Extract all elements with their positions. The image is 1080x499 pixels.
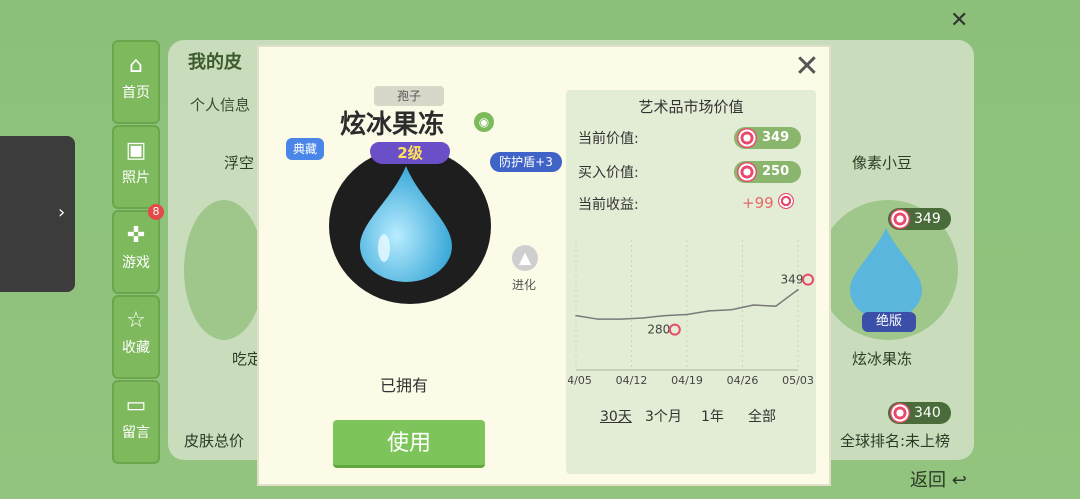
data-label: 349 — [781, 273, 804, 287]
candy-icon — [890, 403, 910, 423]
data-point — [752, 304, 755, 306]
sidebar-item-game[interactable]: 8 ✜ 游戏 — [112, 204, 164, 294]
message-icon: ▭ — [125, 393, 147, 418]
sidebar-item-photo[interactable]: ▣ 照片 — [112, 125, 160, 209]
skin-slot[interactable] — [184, 200, 264, 340]
back-button[interactable]: 返回 ↩ — [910, 466, 967, 492]
data-point — [708, 310, 710, 312]
current-value-pill: 349 — [734, 127, 802, 149]
sidebar-item-label: 游戏 — [122, 255, 150, 271]
x-tick-label: 04/26 — [727, 374, 759, 387]
period-all[interactable]: 全部 — [748, 406, 776, 426]
close-modal-button[interactable]: ✕ — [792, 52, 822, 82]
data-point — [575, 314, 577, 317]
data-point — [664, 314, 666, 317]
price-chart: 04/05 04/12 04/19 04/26 05/03 280 349 — [568, 240, 814, 387]
buy-value-label: 买入价值: — [578, 165, 639, 181]
evolve-label: 进化 — [512, 278, 537, 292]
close-icon[interactable]: ✕ — [950, 8, 968, 33]
limited-badge: 绝版 — [862, 312, 916, 332]
data-point — [641, 317, 644, 319]
data-point — [597, 318, 599, 320]
period-30-days[interactable]: 30天 — [600, 406, 632, 426]
level-badge: 2级 — [370, 142, 450, 164]
sidebar-item-message[interactable]: ▭ 留言 — [112, 380, 160, 464]
x-tick-label: 04/19 — [671, 374, 703, 387]
x-tick-label: 04/05 — [568, 374, 592, 387]
candy-icon — [778, 193, 794, 209]
sidebar-item-label: 照片 — [122, 170, 150, 186]
sidebar-item-label: 收藏 — [122, 340, 150, 356]
water-drop-icon — [356, 160, 456, 284]
use-button[interactable]: 使用 — [333, 420, 485, 468]
period-3-months[interactable]: 3个月 — [645, 406, 682, 426]
skin-label: 浮空 — [224, 154, 255, 172]
profit-label: 当前收益: — [578, 197, 639, 213]
skin-label: 炫冰果冻 — [852, 350, 913, 368]
sidebar-item-label: 留言 — [122, 425, 150, 441]
evolve-arrow-icon[interactable]: ▲ — [512, 245, 538, 271]
data-point — [730, 308, 733, 311]
candy-icon — [668, 323, 681, 336]
data-label: 280 — [647, 323, 670, 337]
total-value-label: 皮肤总价 — [184, 432, 245, 450]
skin-label: 像素小豆 — [852, 154, 913, 172]
buy-value-pill: 250 — [734, 161, 802, 183]
owned-status: 已拥有 — [380, 376, 429, 395]
photo-icon: ▣ — [125, 138, 147, 163]
current-value-label: 当前价值: — [578, 131, 639, 147]
sidebar-item-collection[interactable]: ☆ 收藏 — [112, 295, 160, 379]
period-1-year[interactable]: 1年 — [701, 406, 724, 426]
candy-icon — [802, 273, 814, 286]
sidebar-item-home[interactable]: ⌂ 首页 — [112, 40, 160, 124]
home-icon: ⌂ — [129, 53, 143, 78]
star-icon: ☆ — [126, 308, 146, 333]
eye-icon[interactable]: ◉ — [474, 112, 494, 132]
panel-subtitle: 个人信息 — [190, 96, 251, 114]
price-pill: 340 — [888, 402, 951, 424]
category-tag: 孢子 — [374, 86, 444, 106]
candy-icon — [737, 162, 757, 182]
data-point — [797, 288, 799, 291]
data-point — [619, 318, 622, 320]
classic-badge: 典藏 — [286, 138, 324, 160]
chevron-right-icon: › — [58, 202, 66, 223]
skin-name: 炫冰果冻 — [340, 110, 445, 140]
x-tick-label: 04/12 — [616, 374, 648, 387]
candy-icon — [737, 128, 757, 148]
data-point — [775, 305, 777, 307]
profit-value: +99 — [742, 194, 774, 212]
global-rank: 全球排名:未上榜 — [840, 432, 951, 450]
data-point — [686, 313, 688, 316]
left-drawer-toggle[interactable]: › — [0, 136, 75, 292]
x-tick-label: 05/03 — [782, 374, 814, 387]
sidebar-item-label: 首页 — [122, 85, 150, 101]
back-arrow-icon: ↩ — [951, 470, 967, 491]
gamepad-icon: ✜ — [126, 223, 146, 248]
market-title: 艺术品市场价值 — [638, 98, 744, 116]
notification-badge: 8 — [148, 204, 164, 220]
water-drop-icon — [846, 224, 926, 320]
panel-title: 我的皮 — [188, 52, 242, 73]
shield-tag: 防护盾+3 — [490, 152, 562, 172]
